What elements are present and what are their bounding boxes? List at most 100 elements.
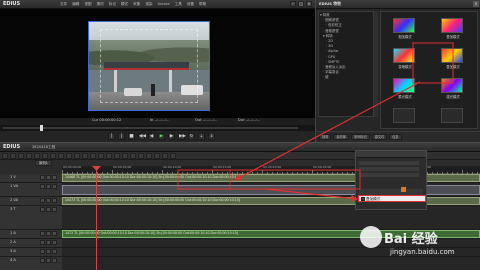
timeline-tool-icon[interactable] <box>2 153 8 159</box>
track-header[interactable]: 3 A <box>0 248 62 257</box>
eye-icon[interactable] <box>40 231 45 236</box>
speaker-icon[interactable] <box>46 249 51 254</box>
menu-item[interactable]: Ascore <box>158 2 170 7</box>
timeline-tool-icon[interactable] <box>90 153 96 159</box>
menu-item[interactable]: 工具 <box>175 2 182 7</box>
track-header[interactable]: 1 V <box>0 174 62 183</box>
timeline-tool-icon[interactable] <box>74 153 80 159</box>
lock-icon[interactable] <box>52 240 57 245</box>
popup-item-overlay-mode[interactable]: 叠加模式 <box>358 195 426 202</box>
tab-sequence[interactable]: 序列1 <box>35 160 52 166</box>
effects-tab[interactable]: 信息 <box>389 134 402 140</box>
timeline-tool-icon[interactable] <box>170 153 176 159</box>
menu-item[interactable]: 设置 <box>187 2 194 7</box>
close-icon[interactable]: × <box>306 1 312 7</box>
timeline-tool-icon[interactable] <box>154 153 160 159</box>
lock-icon[interactable] <box>52 231 57 236</box>
loop-icon[interactable]: ↻ <box>188 133 195 140</box>
overwrite-icon[interactable]: ⇓ <box>208 133 215 140</box>
tree-item[interactable]: · 键 <box>320 75 372 80</box>
timeline-tool-icon[interactable] <box>162 153 168 159</box>
effects-tab[interactable]: 特效 <box>319 134 332 140</box>
lock-icon[interactable] <box>52 184 57 189</box>
eye-icon[interactable] <box>40 184 45 189</box>
fast-forward-icon[interactable]: ▶▶ <box>178 133 186 140</box>
next-frame-icon[interactable]: ▶ <box>168 133 175 140</box>
menu-item[interactable]: 渲染 <box>145 2 152 7</box>
effect-label: 强光模式 <box>446 95 460 99</box>
set-out-icon[interactable]: ] <box>118 133 125 140</box>
timeline-tool-icon[interactable] <box>34 153 40 159</box>
effects-tab[interactable]: 素材库 <box>333 134 349 140</box>
timeline-tool-icon[interactable] <box>50 153 56 159</box>
eye-icon[interactable] <box>40 249 45 254</box>
timeline-tool-icon[interactable] <box>58 153 64 159</box>
rewind-icon[interactable]: ◀◀ <box>138 133 146 140</box>
speaker-icon[interactable] <box>46 240 51 245</box>
speaker-icon[interactable] <box>46 207 51 212</box>
eye-icon[interactable] <box>40 207 45 212</box>
timeline-tool-icon[interactable] <box>42 153 48 159</box>
menu-item[interactable]: 采集 <box>133 2 140 7</box>
eye-icon[interactable] <box>40 240 45 245</box>
scrub-bar[interactable] <box>3 127 298 129</box>
close-icon[interactable]: × <box>473 1 479 7</box>
effect-cell[interactable]: 叠加模式 <box>433 16 479 44</box>
timeline-tool-icon[interactable] <box>122 153 128 159</box>
speaker-icon[interactable] <box>46 175 51 180</box>
track-header[interactable]: 2 A <box>0 239 62 248</box>
play-icon[interactable]: ▶ <box>158 133 165 140</box>
timeline-tool-icon[interactable] <box>18 153 24 159</box>
eye-icon[interactable] <box>40 175 45 180</box>
menu-item[interactable]: 素材 <box>97 2 104 7</box>
eye-icon[interactable] <box>40 198 45 203</box>
stop-icon[interactable]: ■ <box>128 133 135 140</box>
effect-cell[interactable]: 强光模式 <box>433 76 479 104</box>
timeline-tool-icon[interactable] <box>146 153 152 159</box>
menu-item[interactable]: 标记 <box>109 2 116 7</box>
track-lane[interactable] <box>62 257 480 270</box>
lock-icon[interactable] <box>52 249 57 254</box>
timeline-tool-icon[interactable] <box>138 153 144 159</box>
timeline-tool-icon[interactable] <box>106 153 112 159</box>
lock-icon[interactable] <box>52 207 57 212</box>
prev-frame-icon[interactable]: ◀ <box>148 133 155 140</box>
timeline-tool-icon[interactable] <box>114 153 120 159</box>
effect-cell[interactable]: 变暗模式 <box>385 46 431 74</box>
track-name: 1 A <box>10 231 16 235</box>
speaker-icon[interactable] <box>46 231 51 236</box>
lock-icon[interactable] <box>52 198 57 203</box>
track-header[interactable]: 2 VA <box>0 197 62 206</box>
menu-item[interactable]: 编辑 <box>72 2 79 7</box>
effect-cell[interactable]: 柔光模式 <box>385 76 431 104</box>
timeline-tool-icon[interactable] <box>98 153 104 159</box>
track-header[interactable]: 4 A <box>0 257 62 270</box>
menu-item[interactable]: 帮助 <box>199 2 206 7</box>
track-header[interactable]: 1 VA <box>0 183 62 197</box>
menu-item[interactable]: 视图 <box>84 2 91 7</box>
speaker-icon[interactable] <box>46 258 51 263</box>
set-in-icon[interactable]: [ <box>108 133 115 140</box>
track-header[interactable]: 1 A <box>0 230 62 239</box>
effect-cell[interactable]: 相加模式 <box>385 16 431 44</box>
timeline-tool-icon[interactable] <box>82 153 88 159</box>
minimize-icon[interactable]: – <box>290 1 296 7</box>
effect-cell[interactable]: 叠加模式 <box>433 46 479 74</box>
menu-item[interactable]: 文件 <box>60 2 67 7</box>
speaker-icon[interactable] <box>46 198 51 203</box>
timeline-tool-icon[interactable] <box>66 153 72 159</box>
timeline-tool-icon[interactable] <box>130 153 136 159</box>
maximize-icon[interactable]: □ <box>298 1 304 7</box>
speaker-icon[interactable] <box>46 184 51 189</box>
lock-icon[interactable] <box>52 175 57 180</box>
tree-scrollbar[interactable] <box>374 11 378 117</box>
effects-tab[interactable]: 序列标记 <box>350 134 370 140</box>
insert-icon[interactable]: ⇣ <box>198 133 205 140</box>
lock-icon[interactable] <box>52 258 57 263</box>
timeline-tool-icon[interactable] <box>10 153 16 159</box>
effects-tab[interactable]: 源文件 <box>371 134 388 140</box>
menu-item[interactable]: 模式 <box>121 2 128 7</box>
timeline-tool-icon[interactable] <box>26 153 32 159</box>
eye-icon[interactable] <box>40 258 45 263</box>
track-header[interactable]: 3 T <box>0 206 62 230</box>
